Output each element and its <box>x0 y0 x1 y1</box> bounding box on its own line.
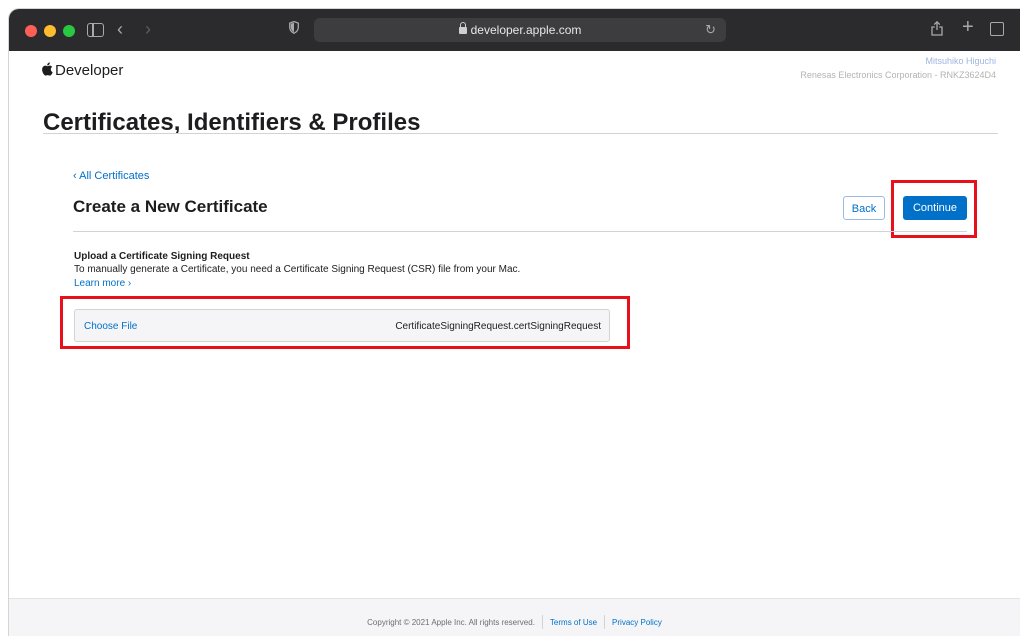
footer-separator <box>604 615 606 629</box>
footer-separator <box>541 615 543 629</box>
close-window-button[interactable] <box>25 25 37 37</box>
browser-toolbar: ‹ › developer.apple.com ↻ + <box>9 9 1020 51</box>
share-icon[interactable] <box>931 20 943 40</box>
account-organization: Renesas Electronics Corporation - RNKZ36… <box>800 70 996 80</box>
section-title: Create a New Certificate <box>73 197 268 216</box>
lock-icon <box>458 22 467 34</box>
account-name[interactable]: Mitsuhiko Higuchi <box>925 56 996 66</box>
file-field-highlight-box <box>60 296 630 349</box>
minimize-window-button[interactable] <box>44 25 56 37</box>
all-certificates-link[interactable]: ‹ All Certificates <box>73 170 149 182</box>
sidebar-icon[interactable] <box>87 23 104 37</box>
back-button[interactable]: Back <box>843 196 885 220</box>
browser-window: ‹ › developer.apple.com ↻ + Developer Mi… <box>9 9 1020 636</box>
terms-of-use-link[interactable]: Terms of Use <box>550 618 597 627</box>
forward-icon[interactable]: › <box>145 20 151 38</box>
title-divider <box>43 133 998 134</box>
developer-logo[interactable]: Developer <box>41 61 123 79</box>
copyright-text: Copyright © 2021 Apple Inc. All rights r… <box>367 618 535 628</box>
section-divider <box>73 231 967 232</box>
shield-icon[interactable] <box>289 20 299 35</box>
upload-heading: Upload a Certificate Signing Request <box>74 251 250 262</box>
new-tab-icon[interactable]: + <box>962 17 974 37</box>
apple-logo-icon <box>41 62 53 76</box>
back-icon[interactable]: ‹ <box>117 20 123 38</box>
upload-description: To manually generate a Certificate, you … <box>74 264 521 275</box>
tabs-icon[interactable] <box>990 22 1004 36</box>
address-bar[interactable]: developer.apple.com ↻ <box>314 18 726 42</box>
url-display[interactable]: developer.apple.com <box>314 22 726 37</box>
continue-highlight-box <box>891 180 977 238</box>
footer-content: Copyright © 2021 Apple Inc. All rights r… <box>9 615 1020 630</box>
privacy-policy-link[interactable]: Privacy Policy <box>612 618 662 627</box>
page-footer: Copyright © 2021 Apple Inc. All rights r… <box>9 598 1020 636</box>
zoom-window-button[interactable] <box>63 25 75 37</box>
learn-more-link[interactable]: Learn more › <box>74 278 131 289</box>
reload-icon[interactable]: ↻ <box>705 22 716 38</box>
